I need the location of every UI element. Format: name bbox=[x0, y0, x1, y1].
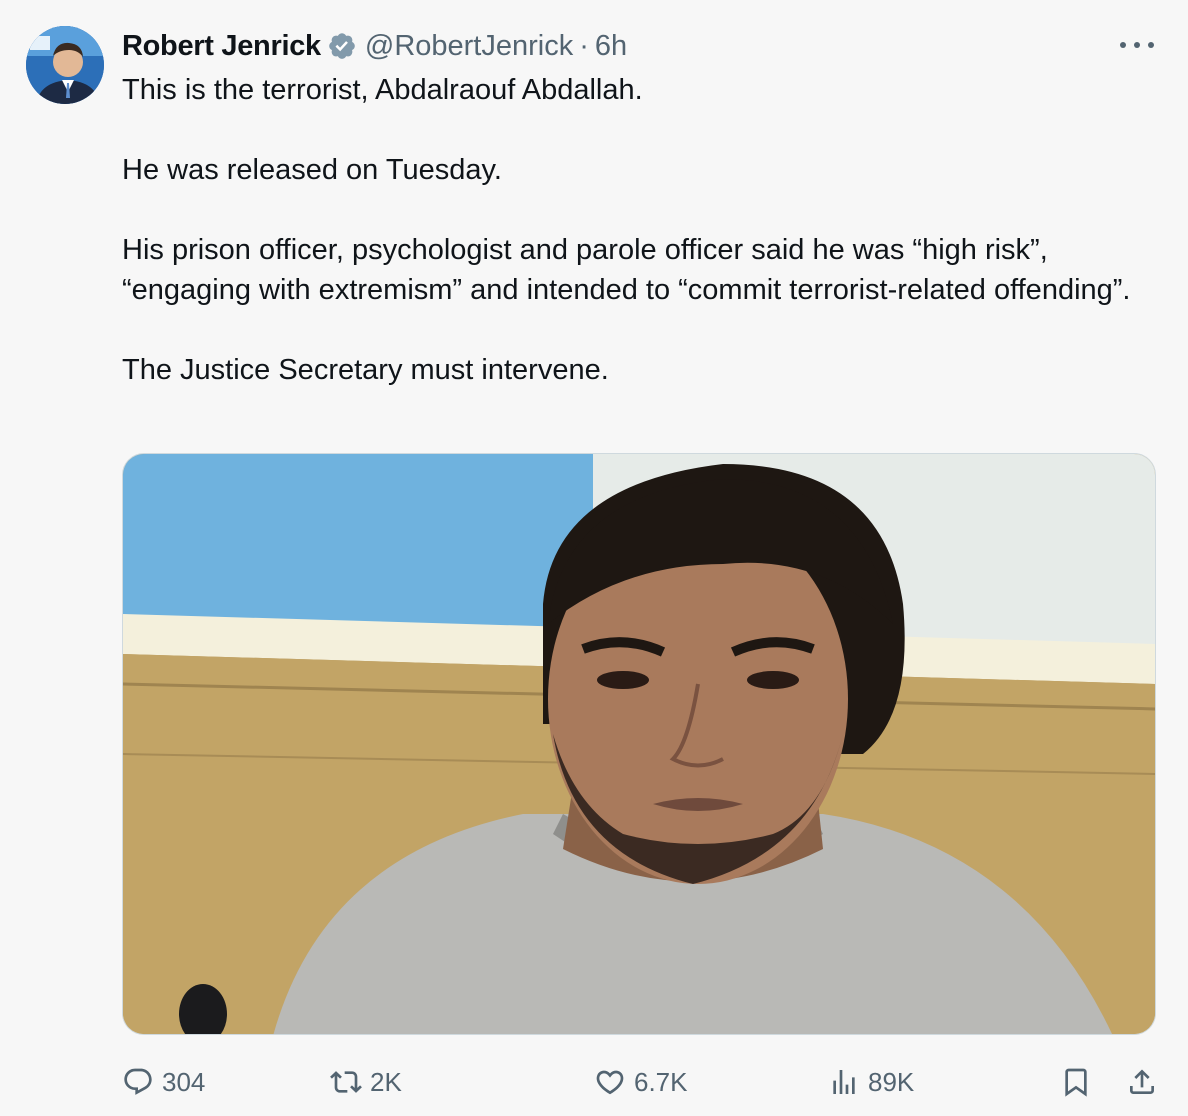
like-icon bbox=[596, 1070, 624, 1095]
reply-icon bbox=[124, 1068, 152, 1095]
repost-button[interactable]: 2K bbox=[330, 1062, 402, 1102]
like-button[interactable]: 6.7K bbox=[594, 1062, 688, 1102]
tweet-text: This is the terrorist, Abdalraouf Abdall… bbox=[122, 70, 1132, 390]
author-name[interactable]: Robert Jenrick bbox=[122, 30, 321, 63]
author-handle[interactable]: @RobertJenrick bbox=[365, 30, 573, 63]
author-avatar[interactable] bbox=[26, 26, 104, 104]
share-button[interactable] bbox=[1126, 1062, 1158, 1102]
views-button[interactable]: 89K bbox=[828, 1062, 914, 1102]
bookmark-icon bbox=[1065, 1068, 1087, 1097]
tweet-timestamp[interactable]: 6h bbox=[595, 30, 627, 63]
reply-count: 304 bbox=[162, 1066, 206, 1097]
tweet-paragraph: The Justice Secretary must intervene. bbox=[122, 354, 609, 386]
views-icon bbox=[833, 1070, 855, 1094]
verified-badge-icon[interactable] bbox=[327, 31, 357, 61]
tweet-paragraph: He was released on Tuesday. bbox=[122, 154, 502, 186]
more-options-icon[interactable] bbox=[1120, 30, 1154, 60]
tweet-paragraph: His prison officer, psychologist and par… bbox=[122, 234, 1131, 306]
tweet-header: Robert Jenrick @RobertJenrick · 6h bbox=[122, 26, 627, 66]
like-count: 6.7K bbox=[634, 1066, 688, 1097]
share-icon bbox=[1130, 1069, 1154, 1094]
views-count: 89K bbox=[868, 1066, 915, 1097]
bookmark-button[interactable] bbox=[1060, 1062, 1092, 1102]
tweet-photo[interactable] bbox=[122, 453, 1156, 1035]
separator-dot: · bbox=[579, 29, 589, 62]
tweet-paragraph: This is the terrorist, Abdalraouf Abdall… bbox=[122, 74, 643, 106]
repost-icon bbox=[330, 1071, 362, 1093]
tweet-card[interactable]: Robert Jenrick @RobertJenrick · 6h This … bbox=[0, 0, 1188, 1116]
tweet-actions-bar: 304 2K 6.7K 89K bbox=[122, 1062, 1162, 1102]
repost-count: 2K bbox=[370, 1066, 402, 1097]
reply-button[interactable]: 304 bbox=[122, 1062, 205, 1102]
